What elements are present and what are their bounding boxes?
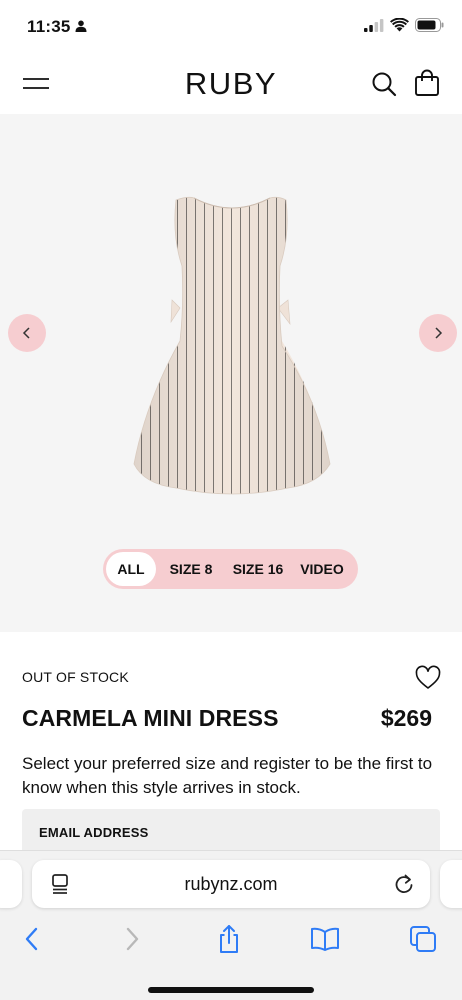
product-gallery: ALL SIZE 8 SIZE 16 VIDEO	[0, 114, 462, 632]
forward-button[interactable]	[117, 924, 147, 954]
previous-tab-preview[interactable]	[0, 860, 22, 908]
reload-icon	[395, 874, 413, 893]
hamburger-menu-icon	[23, 78, 49, 89]
heart-icon	[415, 665, 441, 689]
stock-status: OUT OF STOCK	[22, 669, 129, 685]
search-icon	[372, 72, 397, 97]
shopping-bag-icon	[415, 69, 439, 96]
tab-size-16[interactable]: SIZE 16	[223, 552, 293, 586]
share-button[interactable]	[214, 924, 244, 954]
previous-image-button[interactable]	[8, 314, 46, 352]
page-menu-icon	[52, 874, 68, 894]
restock-notice: Select your preferred size and register …	[22, 754, 433, 797]
next-tab-preview[interactable]	[440, 860, 462, 908]
tabs-button[interactable]	[408, 924, 438, 954]
site-header: RUBY	[0, 54, 462, 114]
tab-all[interactable]: ALL	[106, 552, 156, 586]
browser-toolbar: rubynz.com	[0, 850, 462, 1000]
status-bar: 11:35	[0, 0, 462, 54]
product-name: CARMELA MINI DRESS	[22, 705, 279, 731]
battery-icon	[415, 18, 444, 32]
address-bar[interactable]: rubynz.com	[32, 860, 430, 908]
share-icon	[220, 925, 238, 953]
next-image-button[interactable]	[419, 314, 457, 352]
product-price: $269	[380, 705, 432, 731]
product-info: OUT OF STOCK CARMELA MINI DRESS $269 Sel…	[0, 632, 462, 859]
product-image[interactable]	[128, 196, 336, 506]
cart-button[interactable]	[413, 69, 441, 97]
chevron-right-icon	[126, 927, 139, 951]
page-menu-button[interactable]	[50, 873, 72, 895]
person-icon	[75, 20, 87, 32]
menu-button[interactable]	[22, 72, 50, 96]
chevron-right-icon	[435, 327, 443, 339]
chevron-left-icon	[22, 327, 30, 339]
url-text: rubynz.com	[184, 874, 278, 894]
tab-size-8[interactable]: SIZE 8	[159, 552, 223, 586]
media-filter-tabs: ALL SIZE 8 SIZE 16 VIDEO	[103, 549, 358, 589]
tab-video[interactable]: VIDEO	[293, 552, 351, 586]
status-time: 11:35	[27, 17, 71, 36]
wishlist-button[interactable]	[414, 664, 442, 692]
status-indicators	[364, 18, 444, 32]
bookmarks-button[interactable]	[310, 924, 340, 954]
home-indicator	[148, 987, 314, 993]
back-button[interactable]	[17, 924, 47, 954]
wifi-icon	[390, 18, 409, 32]
tabs-icon	[410, 926, 436, 952]
email-field-label: EMAIL ADDRESS	[39, 825, 149, 840]
reload-button[interactable]	[393, 873, 415, 895]
search-button[interactable]	[370, 70, 398, 98]
book-icon	[311, 927, 339, 951]
chevron-left-icon	[25, 927, 38, 951]
cellular-signal-icon	[364, 18, 384, 32]
